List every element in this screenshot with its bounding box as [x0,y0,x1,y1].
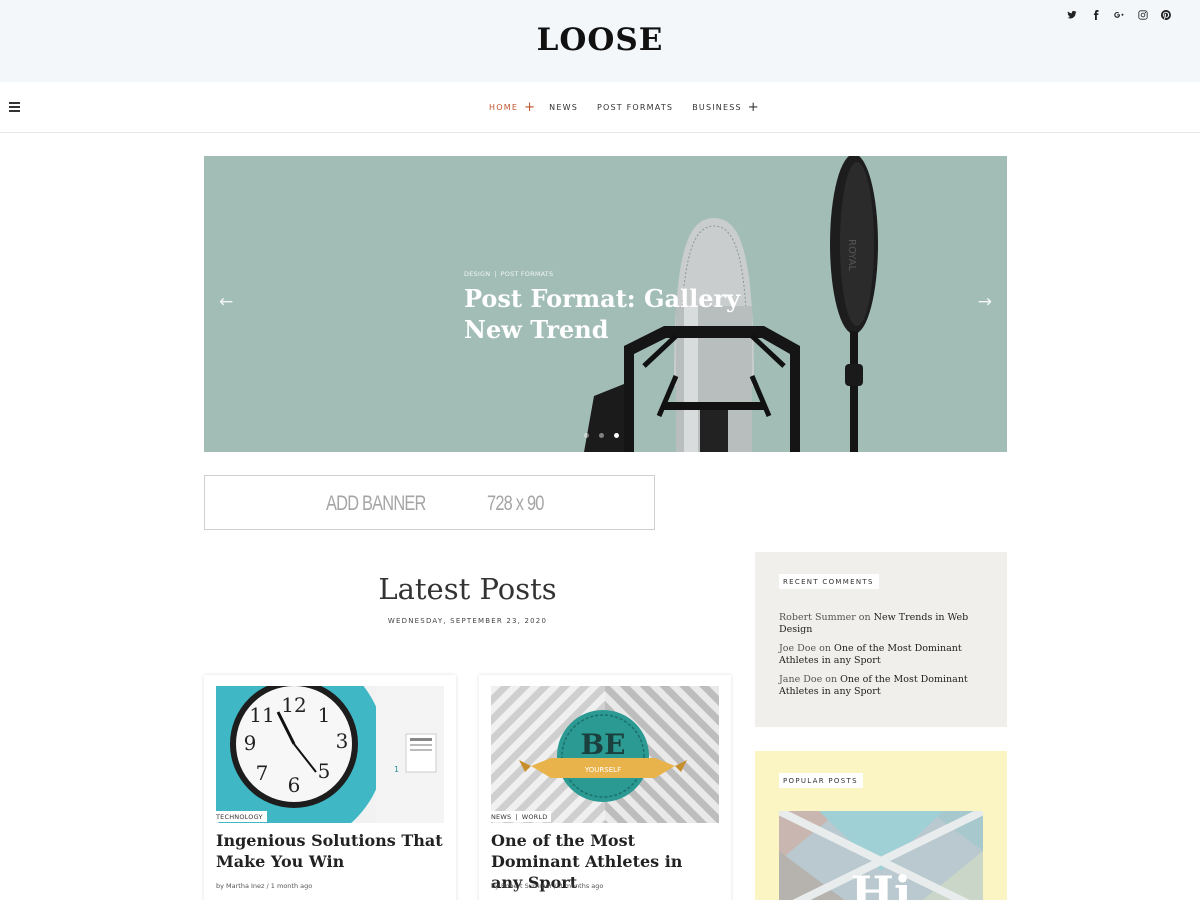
post-meta: by Martha Inez / 1 month ago [216,882,313,890]
comment-item: Joe Doe on One of the Most Dominant Athl… [779,643,979,667]
top-header: LOOSE [0,0,1200,82]
nav-item-business[interactable]: BUSINESS + [692,101,760,114]
popular-image-text: Hi [851,866,912,900]
category-link[interactable]: NEWS [491,813,511,821]
slider-dot[interactable] [599,433,604,438]
post-thumbnail[interactable]: BE YOURSELF [491,686,719,823]
category-link[interactable]: DESIGN [464,270,490,278]
recent-comments-widget: RECENT COMMENTS Robert Summer on New Tre… [755,552,1007,727]
hero-title[interactable]: Post Format: Gallery New Trend [464,283,774,345]
category-link[interactable]: POST FORMATS [501,270,554,278]
svg-text:1: 1 [318,703,331,727]
ad-banner[interactable]: ADD BANNER 728 x 90 [204,475,655,530]
nav-item-label: BUSINESS [692,103,742,112]
comment-author: Jane Doe [779,674,823,685]
slider-dot[interactable] [584,433,589,438]
post-categories: NEWS | WORLD [491,811,552,822]
hero-categories: DESIGN | POST FORMATS [464,270,774,278]
pinterest-icon[interactable] [1155,8,1179,22]
svg-text:1: 1 [394,765,399,774]
nav-item-label: NEWS [549,103,578,112]
post-title[interactable]: Ingenious Solutions That Make You Win [216,830,444,872]
submenu-plus-icon[interactable]: + [524,101,536,114]
comment-on: on [858,612,871,623]
comment-on: on [819,643,832,654]
nav-item-label: HOME [489,103,519,112]
svg-text:11: 11 [249,703,274,727]
post-thumbnail[interactable]: 12 13 567 911 1 [216,686,444,823]
facebook-icon[interactable] [1084,8,1108,22]
slider-prev-arrow-icon[interactable]: ← [219,294,233,311]
slider-dots [584,433,619,438]
category-separator: | [515,813,518,821]
category-link[interactable]: TECHNOLOGY [216,813,263,821]
svg-text:ROYAL: ROYAL [846,239,857,271]
post-meta: by Robert Summer / 3 months ago [491,882,604,890]
popular-post-image[interactable]: Hi [779,811,983,900]
comments-list: Robert Summer on New Trends in Web Desig… [779,612,979,705]
post-card[interactable]: BE YOURSELF NEWS | WORLD One of the Most D… [479,675,731,900]
comment-author: Joe Doe [779,643,817,654]
widget-title: POPULAR POSTS [779,773,863,788]
slider-dot-active[interactable] [614,433,619,438]
widget-title: RECENT COMMENTS [779,574,879,589]
instagram-icon[interactable] [1131,8,1155,22]
svg-text:5: 5 [318,759,331,783]
comment-item: Jane Doe on One of the Most Dominant Ath… [779,674,979,698]
banner-text: ADD BANNER [326,492,426,515]
nav-item-label: POST FORMATS [597,103,674,112]
nav-item-home[interactable]: HOME + [489,101,536,114]
comment-item: Robert Summer on New Trends in Web Desig… [779,612,979,636]
section-title: Latest Posts [378,572,557,606]
hero-caption: DESIGN | POST FORMATS Post Format: Gallery… [464,270,774,345]
post-categories: TECHNOLOGY [216,811,267,822]
hero-slider[interactable]: ROYAL ← → DESIGN | POST FORMATS Post Forma… [204,156,1007,452]
nav-menu: HOME + NEWS POST FORMATS BUSINESS + [489,101,760,114]
nav-item-news[interactable]: NEWS [549,103,578,112]
comment-on: on [825,674,838,685]
twitter-icon[interactable] [1061,8,1085,22]
svg-text:YOURSELF: YOURSELF [584,766,621,774]
section-date: WEDNESDAY, SEPTEMBER 23, 2020 [387,617,548,625]
site-logo[interactable]: LOOSE [0,22,1200,58]
svg-text:6: 6 [288,773,301,797]
category-separator: | [494,270,497,278]
nav-item-post-formats[interactable]: POST FORMATS [597,103,673,112]
popular-posts-widget: POPULAR POSTS Hi [755,751,1007,900]
svg-text:3: 3 [336,729,349,753]
comment-author: Robert Summer [779,612,856,623]
svg-text:12: 12 [281,693,306,717]
social-links [1061,8,1179,22]
post-card[interactable]: 12 1 3 567 9 11 1 TECHNOLOGY Ingenious Solu… [204,675,456,900]
category-link[interactable]: WORLD [522,813,548,821]
submenu-plus-icon[interactable]: + [748,101,760,114]
svg-text:9: 9 [244,731,257,755]
google-plus-icon[interactable] [1108,8,1132,22]
banner-size: 728 x 90 [487,492,544,515]
main-nav: HOME + NEWS POST FORMATS BUSINESS + [0,82,1200,133]
svg-text:BE: BE [580,728,625,761]
svg-text:7: 7 [256,761,269,785]
hamburger-menu-icon[interactable] [9,102,20,112]
